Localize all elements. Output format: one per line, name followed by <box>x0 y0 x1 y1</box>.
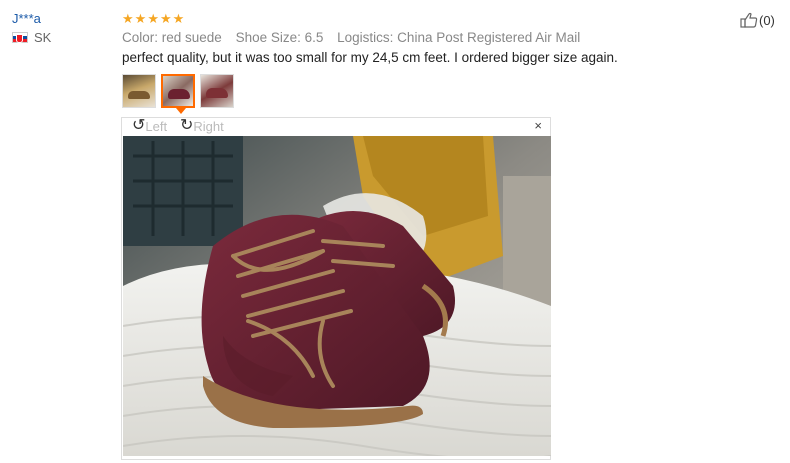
review-text: perfect quality, but it was too small fo… <box>122 50 618 65</box>
helpful-button[interactable]: (0) <box>740 12 775 28</box>
country-code: SK <box>34 30 52 45</box>
selected-thumbnail-pointer <box>176 108 186 114</box>
star-icon: ★ <box>134 10 147 26</box>
photo-thumbnail[interactable] <box>200 74 234 108</box>
reviewer-info: J***a SK <box>12 10 112 45</box>
attribute-size: Shoe Size: 6.5 <box>235 30 324 45</box>
star-icon: ★ <box>122 10 134 26</box>
reviewer-name[interactable]: J***a <box>12 10 112 28</box>
slovakia-flag-icon <box>12 32 28 43</box>
rotate-right-icon: ↻ <box>180 117 194 134</box>
star-icon: ★ <box>159 10 172 26</box>
photo-thumbnail-selected[interactable] <box>161 74 195 108</box>
star-rating: ★ ★ ★ ★ ★ <box>122 10 742 26</box>
star-icon: ★ <box>172 10 185 26</box>
review-photo <box>123 136 551 456</box>
viewer-toolbar: ↺ Left ↻ Right × <box>122 118 550 136</box>
attribute-color: Color: red suede <box>122 30 222 45</box>
rotate-left-icon: ↺ <box>132 117 146 134</box>
shoe-photo-illustration <box>123 136 551 456</box>
reviewer-country: SK <box>12 30 112 45</box>
review-content: ★ ★ ★ ★ ★ Color: red suede Shoe Size: 6.… <box>122 10 742 66</box>
rotate-left-label: Left <box>145 118 168 134</box>
star-icon: ★ <box>147 10 159 26</box>
photo-thumbnails <box>122 74 234 108</box>
rotate-left-button[interactable]: ↺ Left <box>132 118 167 134</box>
order-attributes: Color: red suede Shoe Size: 6.5 Logistic… <box>122 30 742 45</box>
thumb-up-icon <box>740 12 758 28</box>
attribute-logistics: Logistics: China Post Registered Air Mai… <box>337 30 581 45</box>
close-icon[interactable]: × <box>534 119 542 133</box>
rotate-right-button[interactable]: ↻ Right <box>180 118 224 134</box>
photo-thumbnail[interactable] <box>122 74 156 108</box>
helpful-count: (0) <box>759 12 775 28</box>
photo-viewer: ↺ Left ↻ Right × <box>121 117 551 460</box>
rotate-right-label: Right <box>193 118 224 134</box>
